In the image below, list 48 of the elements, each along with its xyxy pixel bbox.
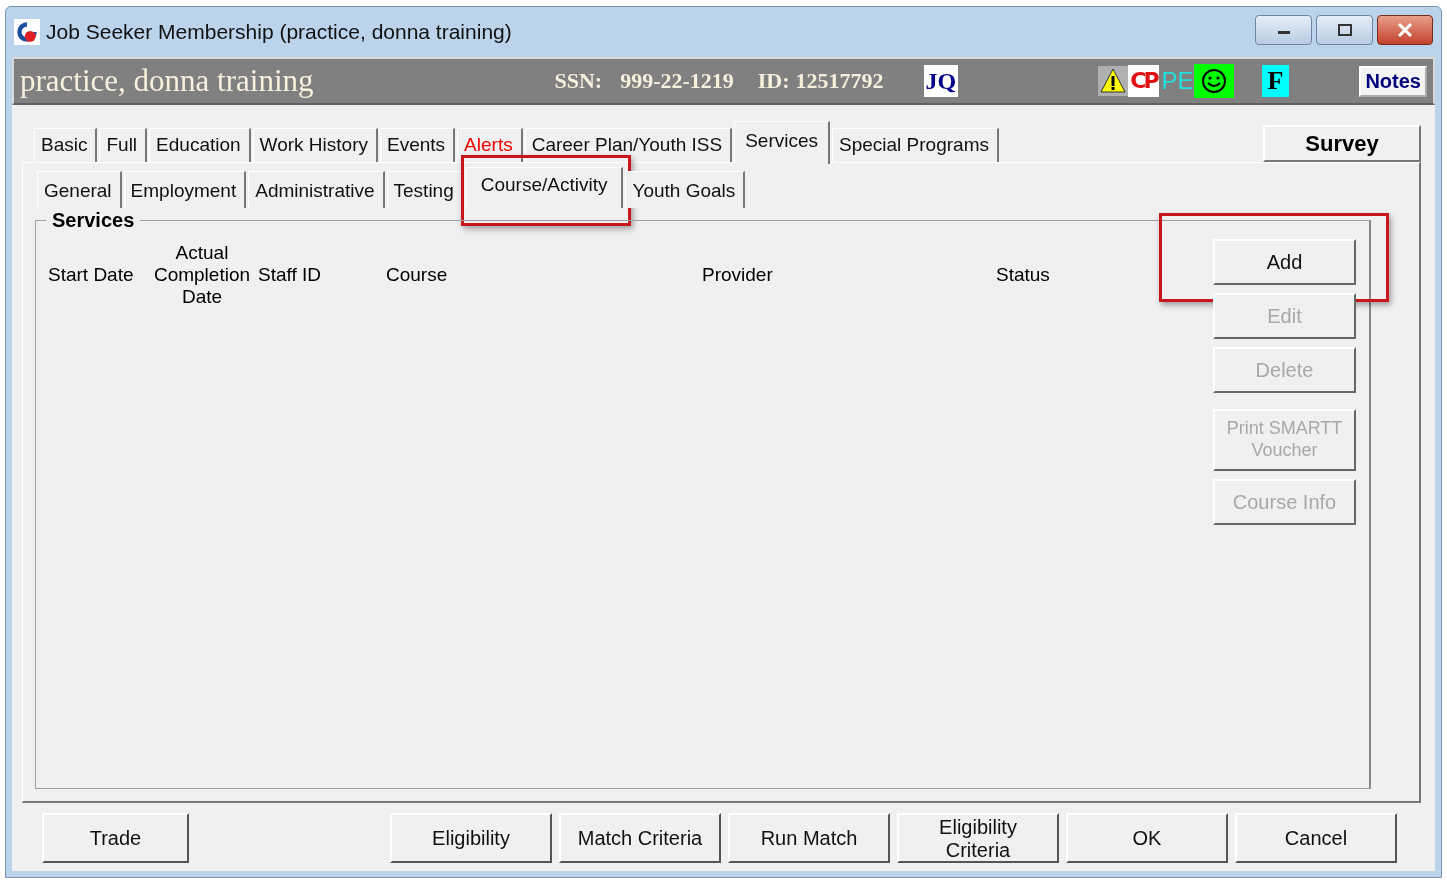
column-header: Staff ID xyxy=(258,264,322,286)
column-header: Actual Completion Date xyxy=(152,242,252,308)
app-logo-icon xyxy=(14,19,40,45)
maximize-button[interactable] xyxy=(1316,15,1373,45)
f-badge[interactable]: F xyxy=(1261,65,1290,97)
tab[interactable]: Services xyxy=(734,121,830,164)
footer-button[interactable]: OK xyxy=(1066,813,1228,863)
tab[interactable]: Special Programs xyxy=(832,128,999,162)
jq-badge[interactable]: JQ xyxy=(923,65,959,97)
column-header: Status xyxy=(996,264,1050,286)
footer-button[interactable]: Eligibility Criteria xyxy=(897,813,1059,863)
warning-icon[interactable] xyxy=(1098,66,1129,96)
close-icon xyxy=(1397,23,1413,37)
subtab[interactable]: Course/Activity xyxy=(465,167,624,208)
subtab[interactable]: Administrative xyxy=(248,171,385,208)
tab[interactable]: Alerts xyxy=(457,128,523,162)
subtab[interactable]: Testing xyxy=(386,171,464,208)
tab[interactable]: Basic xyxy=(34,128,98,162)
subtab[interactable]: Youth Goals xyxy=(625,171,746,208)
footer-button[interactable]: Run Match xyxy=(728,813,890,863)
notes-button[interactable]: Notes xyxy=(1359,65,1427,97)
footer-button[interactable]: Match Criteria xyxy=(559,813,721,863)
cp-badge[interactable]: CP xyxy=(1128,65,1159,97)
minimize-button[interactable] xyxy=(1255,15,1312,45)
ssn-value: 999-22-1219 xyxy=(620,68,734,94)
column-header: Course xyxy=(386,264,449,286)
smiley-icon[interactable] xyxy=(1193,64,1234,98)
tab[interactable]: Full xyxy=(99,128,148,162)
id-label: ID: xyxy=(757,68,790,94)
footer-button[interactable]: Trade xyxy=(42,813,189,863)
tab[interactable]: Events xyxy=(380,128,456,162)
subtab[interactable]: Employment xyxy=(123,171,247,208)
window-title: Job Seeker Membership (practice, donna training) xyxy=(46,20,512,44)
survey-button[interactable]: Survey xyxy=(1263,125,1421,162)
close-button[interactable] xyxy=(1377,15,1433,45)
footer-button[interactable]: Eligibility xyxy=(390,813,552,863)
action-button[interactable]: Add xyxy=(1213,239,1356,285)
tab[interactable]: Education xyxy=(149,128,251,162)
column-header: Start Date xyxy=(48,264,135,286)
id-value: 12517792 xyxy=(795,68,884,94)
maximize-icon xyxy=(1336,23,1353,37)
tab[interactable]: Work History xyxy=(252,128,378,162)
column-header: Provider xyxy=(702,264,774,286)
person-name: practice, donna training xyxy=(20,63,314,99)
subtab[interactable]: General xyxy=(37,171,122,208)
tab[interactable]: Career Plan/Youth ISS xyxy=(524,128,733,162)
ssn-label: SSN: xyxy=(554,68,603,94)
footer-button[interactable]: Cancel xyxy=(1235,813,1397,863)
